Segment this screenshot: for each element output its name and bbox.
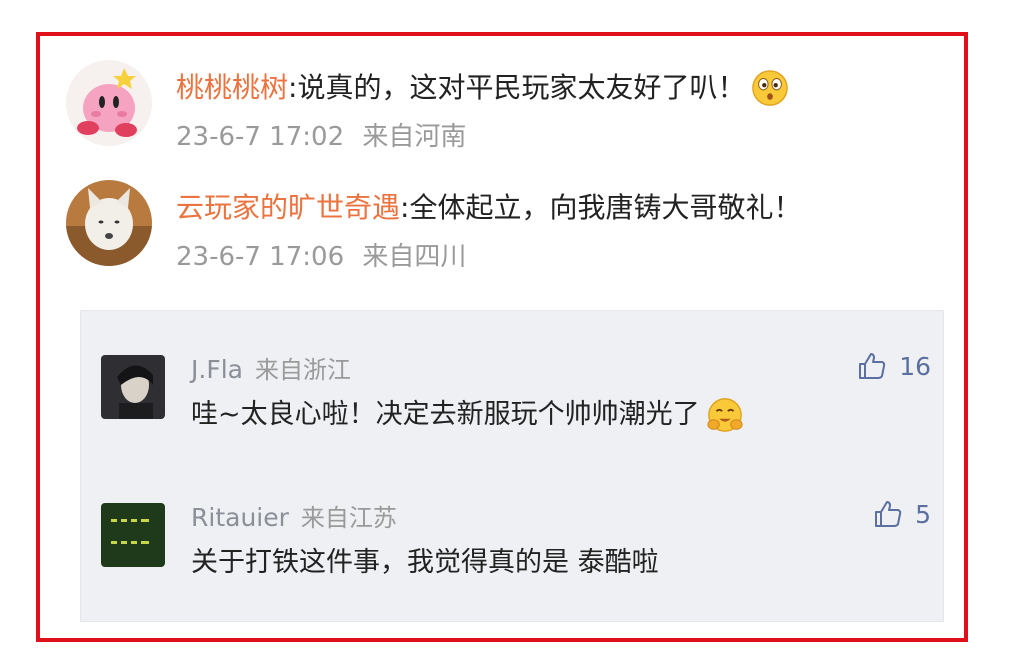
calligraphy-avatar-icon (101, 503, 165, 567)
avatar[interactable] (66, 180, 152, 266)
avatar[interactable] (101, 503, 165, 567)
comment-separator: : (400, 191, 410, 224)
like-count: 5 (915, 499, 931, 529)
comment-text: 说真的，这对平民玩家太友好了叭！ (297, 71, 746, 104)
comment-date: 23-6-7 17:02 (176, 122, 345, 152)
comment-text: 全体起立，向我唐铸大哥敬礼！ (409, 191, 802, 224)
kirby-avatar-icon (66, 60, 152, 146)
like-button[interactable]: 16 (857, 351, 931, 381)
white-wolf-avatar-icon (66, 180, 152, 266)
comment-section-frame: 桃桃桃树:说真的，这对平民玩家太友好了叭！ 23-6-7 17:02 来自河南 (36, 32, 968, 642)
avatar[interactable] (66, 60, 152, 146)
comment-username[interactable]: 桃桃桃树 (176, 68, 288, 108)
thumbs-up-icon (859, 353, 886, 379)
comment-date: 23-6-7 17:06 (176, 242, 345, 272)
thumbs-up-icon (875, 501, 902, 527)
comment-username[interactable]: 云玩家的旷世奇遇 (176, 188, 400, 228)
replies-panel: J.Fla 来自浙江 16 哇~太良心啦！决定去新服玩个帅帅潮光了 Ritaui… (80, 310, 944, 622)
reply-text: 关于打铁这件事，我觉得真的是 泰酷啦 (191, 547, 659, 578)
reply-username[interactable]: J.Fla (191, 355, 243, 384)
comment-location: 来自河南 (362, 122, 467, 152)
comment-separator: : (288, 71, 298, 104)
like-count: 16 (899, 351, 931, 381)
reply-location: 来自浙江 (254, 356, 351, 384)
like-button[interactable]: 5 (873, 499, 931, 529)
reply-text: 哇~太良心啦！决定去新服玩个帅帅潮光了 (191, 399, 700, 430)
avatar[interactable] (101, 355, 165, 419)
comment-location: 来自四川 (362, 242, 467, 272)
portrait-avatar-icon (101, 355, 165, 419)
hugging-face-icon (706, 396, 744, 434)
confused-face-icon (751, 69, 789, 107)
reply-location: 来自江苏 (300, 504, 397, 532)
reply-username[interactable]: Ritauier (191, 503, 289, 532)
